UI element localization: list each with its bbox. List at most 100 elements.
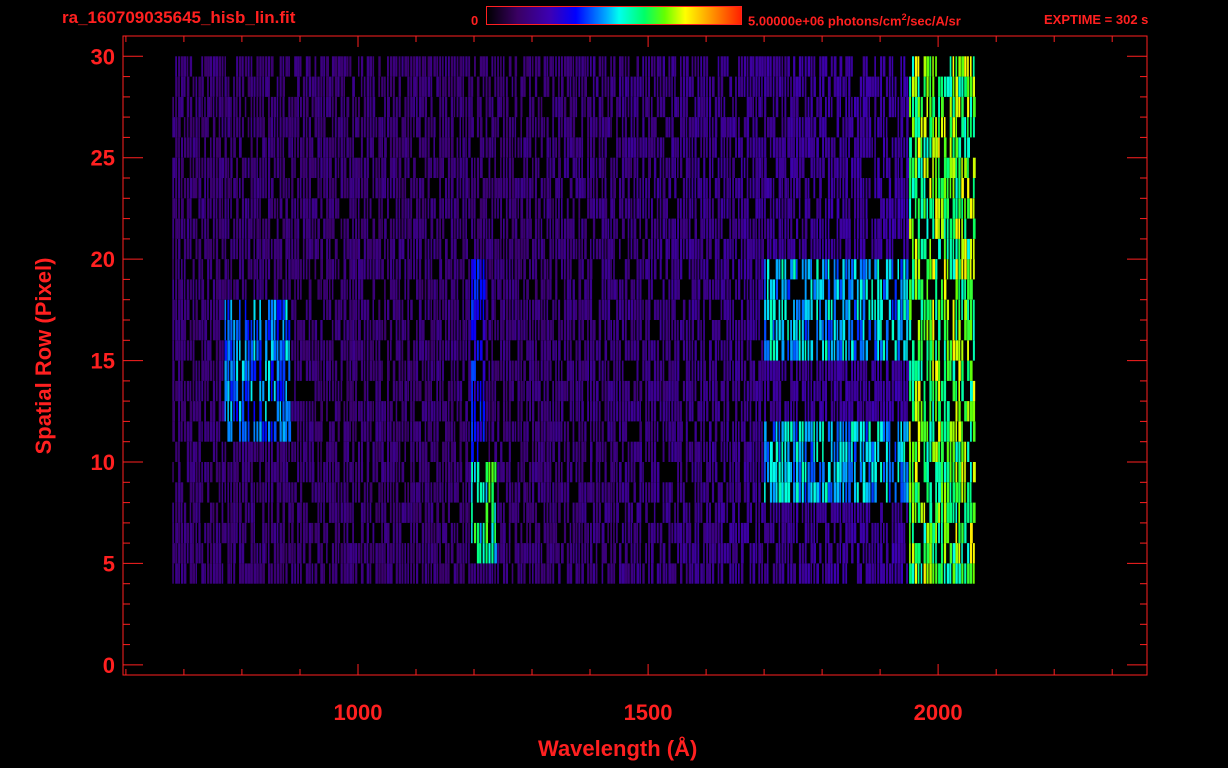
heatmap-cell: [854, 462, 856, 483]
heatmap-cell: [709, 502, 711, 523]
heatmap-cell: [778, 522, 781, 544]
heatmap-cell: [360, 522, 364, 544]
heatmap-cell: [424, 522, 428, 544]
heatmap-cell: [181, 279, 184, 300]
heatmap-cell: [764, 482, 766, 503]
heatmap-cell: [282, 218, 285, 239]
heatmap-cell: [833, 401, 836, 422]
heatmap-cell: [801, 502, 804, 523]
heatmap-cell: [972, 401, 976, 422]
heatmap-cell: [503, 259, 505, 280]
heatmap-cell: [305, 421, 308, 442]
heatmap-cell: [424, 462, 428, 483]
heatmap-cell: [505, 117, 508, 138]
heatmap-cell: [972, 421, 976, 442]
heatmap-cell: [305, 502, 308, 523]
heatmap-cell: [494, 380, 497, 402]
heatmap-cell: [320, 502, 322, 523]
heatmap-cell: [259, 299, 261, 320]
heatmap-cell: [648, 340, 651, 361]
heatmap-cell: [259, 563, 262, 584]
heatmap-cell: [822, 462, 825, 483]
heatmap-cell: [656, 137, 659, 158]
heatmap-cell: [856, 360, 860, 381]
heatmap-cell: [453, 279, 456, 300]
heatmap-cell: [183, 299, 187, 320]
heatmap-cell: [360, 340, 364, 361]
heatmap-cell: [621, 320, 624, 341]
heatmap-cell: [810, 401, 814, 422]
heatmap-cell: [784, 137, 786, 158]
heatmap-cell: [372, 340, 374, 361]
heatmap-cell: [555, 522, 558, 544]
heatmap-cell: [378, 137, 382, 158]
heatmap-cell: [230, 421, 233, 442]
heatmap-cell: [645, 380, 648, 402]
heatmap-cell: [778, 441, 781, 462]
heatmap-cell: [778, 157, 782, 178]
heatmap-cell: [616, 380, 618, 402]
heatmap-cell: [549, 482, 551, 503]
heatmap-cell: [558, 340, 561, 361]
heatmap-cell: [848, 441, 851, 462]
heatmap-cell: [706, 117, 708, 138]
heatmap-cell: [317, 340, 320, 361]
heatmap-cell: [447, 462, 451, 483]
heatmap-cell: [926, 259, 930, 280]
heatmap-cell: [430, 218, 434, 239]
heatmap-cell: [813, 238, 816, 260]
heatmap-cell: [447, 543, 450, 564]
heatmap-cell: [645, 340, 647, 361]
heatmap-cell: [592, 401, 596, 422]
heatmap-cell: [639, 259, 642, 280]
heatmap-cell: [250, 380, 253, 402]
heatmap-cell: [735, 421, 737, 442]
heatmap-cell: [183, 380, 186, 402]
heatmap-cell: [903, 218, 906, 239]
heatmap-cell: [697, 482, 700, 503]
heatmap-cell: [424, 137, 427, 158]
heatmap-cell: [627, 563, 630, 584]
heatmap-cell: [511, 238, 514, 260]
heatmap-cell: [198, 522, 201, 544]
heatmap-cell: [743, 238, 746, 260]
heatmap-cell: [688, 137, 691, 158]
heatmap-cell: [453, 198, 457, 219]
heatmap-cell: [407, 198, 410, 219]
heatmap-cell: [201, 421, 203, 442]
heatmap-cell: [450, 401, 454, 422]
heatmap-cell: [175, 543, 178, 564]
heatmap-cell: [909, 279, 912, 300]
heatmap-cell: [816, 340, 818, 361]
heatmap-cell: [447, 563, 450, 584]
heatmap-cell: [265, 462, 268, 483]
heatmap-cell: [360, 218, 364, 239]
heatmap-cell: [247, 360, 250, 381]
heatmap-cell: [784, 522, 787, 544]
heatmap-cell: [575, 157, 578, 178]
heatmap-cell: [468, 563, 471, 584]
heatmap-cell: [331, 380, 334, 402]
heatmap-cell: [529, 259, 531, 280]
heatmap-cell: [958, 157, 961, 178]
heatmap-cell: [482, 137, 485, 158]
heatmap-cell: [282, 401, 285, 422]
heatmap-cell: [685, 218, 688, 239]
heatmap-cell: [883, 137, 885, 158]
heatmap-cell: [955, 238, 958, 260]
heatmap-cell: [508, 421, 511, 442]
heatmap-cell: [201, 259, 204, 280]
heatmap-cell: [920, 502, 923, 523]
heatmap-cell: [836, 259, 839, 280]
heatmap-cell: [578, 218, 581, 239]
heatmap-cell: [210, 340, 212, 361]
heatmap-cell: [549, 543, 553, 564]
heatmap-cell: [323, 522, 326, 544]
heatmap-cell: [888, 218, 891, 239]
heatmap-cell: [183, 563, 187, 584]
heatmap-cell: [906, 279, 908, 300]
heatmap-cell: [520, 218, 524, 239]
heatmap-cell: [787, 563, 790, 584]
heatmap-cell: [358, 482, 361, 503]
heatmap-cell: [798, 360, 801, 381]
